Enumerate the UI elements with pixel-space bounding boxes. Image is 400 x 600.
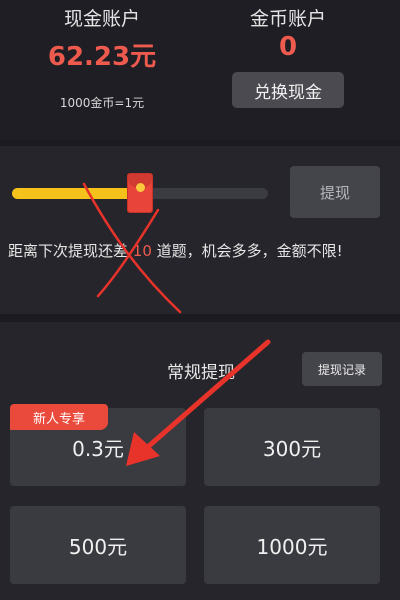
coin-account-title: 金币账户 [249, 8, 326, 30]
withdraw-option-1000[interactable]: 1000元 [204, 506, 380, 584]
regular-withdraw-panel: 常规提现 提现记录 0.3元 300元 500元 1000元 新人专享 [0, 322, 400, 600]
cash-account-balance: 62.23元 [47, 42, 157, 72]
withdraw-progress-panel: 提现 距离下次提现还差 10 道题，机会多多，金额不限! [0, 146, 400, 314]
withdraw-option-500[interactable]: 500元 [10, 506, 186, 584]
cash-account-title: 现金账户 [63, 8, 140, 30]
withdraw-button[interactable]: 提现 [290, 166, 380, 218]
option-amount: 500元 [68, 534, 128, 559]
withdraw-records-button[interactable]: 提现记录 [302, 352, 382, 386]
option-amount: 1000元 [256, 534, 328, 559]
coin-account-balance: 0 [278, 32, 298, 62]
regular-withdraw-title: 常规提现 [167, 363, 235, 383]
option-amount: 0.3元 [72, 436, 124, 461]
newbie-exclusive-badge: 新人专享 [10, 404, 108, 430]
exchange-cash-button[interactable]: 兑换现金 [232, 72, 344, 108]
withdraw-option-300[interactable]: 300元 [204, 408, 380, 486]
next-withdraw-hint: 距离下次提现还差 10 道题，机会多多，金额不限! [8, 238, 388, 264]
accounts-panel: 现金账户 62.23元 1000金币=1元 金币账户 0 兑换现金 [0, 0, 400, 140]
exchange-rate-label: 1000金币=1元 [59, 96, 145, 110]
cross-annotation-icon [82, 182, 182, 314]
option-amount: 300元 [262, 436, 322, 461]
